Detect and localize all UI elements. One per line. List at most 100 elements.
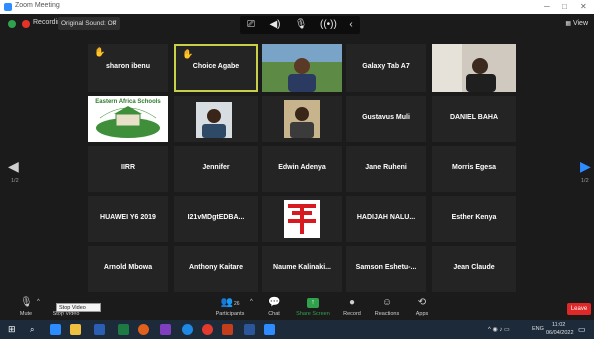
participant-name: Samson Eshetu-...	[355, 264, 417, 271]
record-icon: ●	[348, 297, 356, 308]
red-logo	[262, 196, 342, 242]
original-sound-label: Original Sound: Off	[61, 20, 117, 27]
participants-options-chevron-icon[interactable]: ^	[250, 299, 253, 305]
participant-tile[interactable]: Edwin Adenya	[262, 146, 342, 192]
participant-video-tile[interactable]	[262, 196, 342, 242]
grid-icon: ▦	[565, 21, 571, 27]
share-screen-button[interactable]: ↑ Share Screen	[296, 298, 330, 317]
participant-tile[interactable]: HUAWEI Y6 2019	[88, 196, 168, 242]
participant-tile-active-speaker[interactable]: ✋ Choice Agabe	[174, 44, 258, 92]
zoom-active-icon[interactable]	[264, 324, 275, 335]
apps-button[interactable]: ⟲ Apps	[410, 297, 434, 318]
participant-tile[interactable]: Esther Kenya	[432, 196, 516, 242]
participant-tile[interactable]: DANIEL BAHA	[432, 96, 516, 142]
participants-label: Participants	[215, 311, 245, 317]
captions-icon[interactable]: ⎚	[244, 18, 258, 32]
participant-tile[interactable]: IIRR	[88, 146, 168, 192]
chat-icon: 💬	[268, 297, 281, 308]
chevron-left-icon[interactable]: ‹	[344, 18, 358, 32]
chat-label: Chat	[268, 311, 280, 317]
participant-video-photo	[262, 96, 342, 142]
participant-video-tile[interactable]	[174, 96, 258, 142]
participant-tile[interactable]: Naume Kalinaki...	[262, 246, 342, 292]
record-button[interactable]: ● Record	[340, 297, 364, 318]
mute-options-chevron-icon[interactable]: ^	[37, 299, 40, 305]
participant-name: Anthony Kaitare	[188, 264, 244, 271]
apps-icon: ⟲	[417, 297, 427, 308]
participant-video-photo	[174, 96, 258, 142]
participant-name: Jane Ruheni	[365, 164, 407, 171]
participant-tile[interactable]: Arnold Mbowa	[88, 246, 168, 292]
close-button[interactable]: ✕	[580, 2, 587, 12]
firefox-icon[interactable]	[138, 324, 149, 335]
participant-video-tile[interactable]	[262, 44, 342, 92]
language-indicator[interactable]: ENG	[532, 326, 544, 332]
search-icon[interactable]: ⌕	[30, 324, 41, 335]
meeting-topbar: Recording Original Sound: Off ⌄ ⎚ ◀) 🎙 (…	[0, 14, 594, 34]
outlook-icon[interactable]	[244, 324, 255, 335]
windows-start-icon[interactable]: ⊞	[8, 324, 19, 335]
encryption-shield-icon[interactable]	[8, 20, 16, 28]
participant-name: I21vMDgtEDBA...	[187, 214, 245, 221]
participant-name: IIRR	[121, 164, 135, 171]
speaker-icon[interactable]: ◀)	[268, 18, 282, 32]
participant-name: Edwin Adenya	[278, 164, 326, 171]
participant-tile[interactable]: Morris Egesa	[432, 146, 516, 192]
participant-name: Choice Agabe	[192, 63, 240, 70]
powerpoint-icon[interactable]	[222, 324, 233, 335]
participant-name: DANIEL BAHA	[449, 114, 499, 121]
clock-time[interactable]: 11:02	[552, 322, 565, 328]
share-screen-label: Share Screen	[296, 311, 330, 317]
zoom-taskbar-icon[interactable]	[50, 324, 61, 335]
microphone-icon[interactable]: 🎙	[294, 18, 308, 32]
participant-tile[interactable]: Samson Eshetu-...	[346, 246, 426, 292]
view-button[interactable]: ▦ View	[565, 20, 588, 27]
clock-date[interactable]: 06/04/2022	[546, 330, 574, 336]
system-tray-icons[interactable]: ^ ◉ ♪ ▭	[488, 326, 510, 333]
leave-button[interactable]: Leave	[567, 303, 591, 315]
file-explorer-icon[interactable]	[70, 324, 81, 335]
participant-video-photo	[432, 44, 516, 92]
participant-name: Arnold Mbowa	[103, 264, 153, 271]
participant-video-tile[interactable]	[262, 96, 342, 142]
participant-name: Galaxy Tab A7	[362, 63, 410, 70]
onenote-icon[interactable]	[160, 324, 171, 335]
maximize-button[interactable]: □	[562, 2, 567, 12]
raised-hand-icon: ✋	[182, 49, 194, 59]
reactions-button[interactable]: ☺ Reactions	[372, 298, 402, 318]
chat-button[interactable]: 💬 Chat	[262, 297, 286, 318]
participant-tile[interactable]: Jane Ruheni	[346, 146, 426, 192]
participant-tile[interactable]: Jean Claude	[432, 246, 516, 292]
chrome-icon[interactable]	[202, 324, 213, 335]
participants-icon: 👥26	[220, 297, 240, 308]
participant-tile[interactable]: Jennifer	[174, 146, 258, 192]
participant-tile[interactable]: HADIJAH NALU...	[346, 196, 426, 242]
next-page-arrow-icon[interactable]: ▶	[580, 158, 591, 174]
participant-video-tile[interactable]	[432, 44, 516, 92]
skype-icon[interactable]	[182, 324, 193, 335]
participant-tile[interactable]: Anthony Kaitare	[174, 246, 258, 292]
participant-tile[interactable]: ✋ sharon ibenu	[88, 44, 168, 92]
mute-label: Mute	[19, 311, 33, 317]
notifications-icon[interactable]: ▭	[578, 324, 589, 335]
excel-icon[interactable]	[118, 324, 129, 335]
share-screen-icon: ↑	[307, 298, 319, 308]
original-sound-dropdown[interactable]: Original Sound: Off ⌄	[58, 17, 120, 30]
view-label: View	[572, 20, 588, 27]
reactions-label: Reactions	[374, 311, 400, 317]
window-titlebar: Zoom Meeting ─ □ ✕	[0, 0, 594, 14]
microphone-icon: 🎙	[20, 297, 33, 308]
minimize-button[interactable]: ─	[544, 2, 550, 12]
broadcast-icon[interactable]: ((•))	[320, 18, 337, 32]
mute-button[interactable]: 🎙 Mute	[14, 297, 38, 318]
participants-button[interactable]: 👥26 Participants	[210, 297, 250, 318]
previous-page-arrow-icon[interactable]: ◀	[8, 158, 19, 174]
participant-tile[interactable]: Galaxy Tab A7	[346, 44, 426, 92]
participant-tile[interactable]: Gustavus Muli	[346, 96, 426, 142]
participant-video-tile[interactable]: Eastern Africa Schools	[88, 96, 168, 142]
word-icon[interactable]	[94, 324, 105, 335]
windows-taskbar: ⊞ ⌕ ^ ◉ ♪ ▭ ENG 11:02 06/04/2022 ▭	[0, 320, 594, 339]
raised-hand-icon: ✋	[94, 47, 106, 57]
participant-tile[interactable]: I21vMDgtEDBA...	[174, 196, 258, 242]
participant-video-photo	[262, 44, 342, 92]
